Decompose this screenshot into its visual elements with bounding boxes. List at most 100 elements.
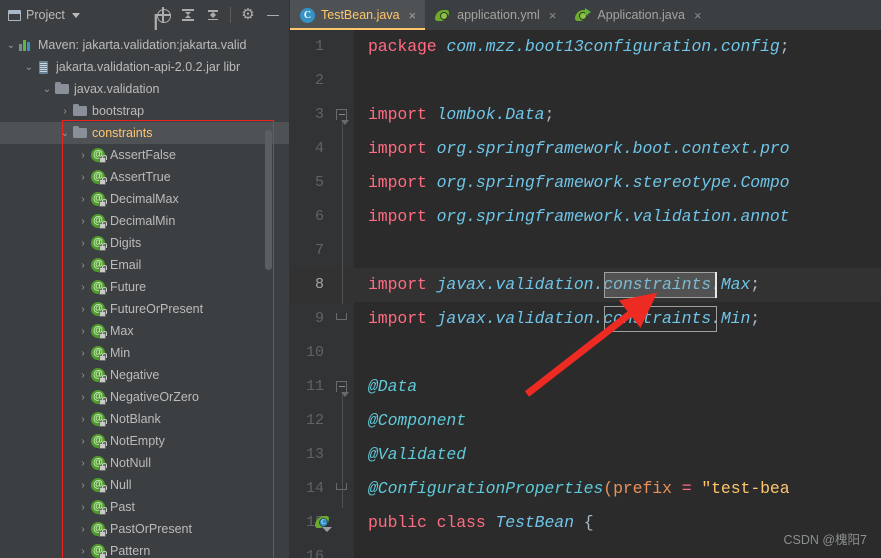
tree-node-label: AssertFalse <box>110 148 176 162</box>
code-line[interactable]: import javax.validation.constraints.Max; <box>368 268 760 302</box>
chevron-right-icon[interactable]: › <box>76 480 90 491</box>
chevron-right-icon[interactable]: › <box>76 326 90 337</box>
chevron-right-icon[interactable]: › <box>76 304 90 315</box>
project-tree[interactable]: ⌄ Maven: jakarta.validation:jakarta.valid… <box>0 30 289 558</box>
code-area[interactable]: package com.mzz.boot13configuration.conf… <box>354 30 881 558</box>
tree-node-future[interactable]: › @ Future <box>0 276 289 298</box>
chevron-right-icon[interactable]: › <box>76 414 90 425</box>
spring-bean-gutter-icon[interactable]: C <box>315 515 332 532</box>
chevron-down-icon[interactable] <box>71 12 80 18</box>
chevron-down-icon[interactable]: ⌄ <box>40 84 54 95</box>
chevron-right-icon[interactable]: › <box>76 282 90 293</box>
tree-node-asserttrue[interactable]: › @ AssertTrue <box>0 166 289 188</box>
locate-icon[interactable] <box>155 7 171 23</box>
code-line[interactable]: package com.mzz.boot13configuration.conf… <box>368 30 790 64</box>
chevron-down-icon[interactable]: ⌄ <box>4 40 18 51</box>
tree-node-maven-jakarta-validation-jakarta-valid[interactable]: ⌄ Maven: jakarta.validation:jakarta.valid <box>0 34 289 56</box>
idea-window: Project ⚙ C TestBean.java × application.… <box>0 0 881 558</box>
code-line[interactable]: import org.springframework.validation.an… <box>368 200 790 234</box>
gear-icon[interactable]: ⚙ <box>240 7 256 23</box>
fold-collapse-icon[interactable] <box>336 381 349 397</box>
code-line[interactable]: import org.springframework.boot.context.… <box>368 132 790 166</box>
code-line[interactable]: import javax.validation.constraints.Min; <box>368 302 760 336</box>
tree-node-pastorpresent[interactable]: › @ PastOrPresent <box>0 518 289 540</box>
tree-node-decimalmin[interactable]: › @ DecimalMin <box>0 210 289 232</box>
chevron-right-icon[interactable]: › <box>76 436 90 447</box>
annotation-icon: @ <box>90 477 108 493</box>
tab-application-yml[interactable]: application.yml × <box>425 0 565 30</box>
minimize-icon[interactable] <box>265 7 281 23</box>
tree-node-label: FutureOrPresent <box>110 302 204 316</box>
fold-collapse-icon[interactable] <box>336 109 349 125</box>
tree-node-label: Maven: jakarta.validation:jakarta.valid <box>38 38 247 52</box>
fold-end-icon[interactable] <box>336 313 347 320</box>
tree-node-negative[interactable]: › @ Negative <box>0 364 289 386</box>
code-line[interactable]: @ConfigurationProperties(prefix = "test-… <box>368 472 790 506</box>
sidebar-scrollbar[interactable] <box>265 130 272 270</box>
annotation-icon: @ <box>90 301 108 317</box>
folder-icon <box>72 125 88 141</box>
tab-testbean-java[interactable]: C TestBean.java × <box>290 0 426 30</box>
close-icon[interactable]: × <box>694 9 702 22</box>
top-bar: Project ⚙ C TestBean.java × application.… <box>0 0 881 30</box>
code-line[interactable]: import org.springframework.stereotype.Co… <box>368 166 790 200</box>
java-class-icon: C <box>300 7 315 23</box>
tree-node-max[interactable]: › @ Max <box>0 320 289 342</box>
tree-node-assertfalse[interactable]: › @ AssertFalse <box>0 144 289 166</box>
code-token: ; <box>779 37 790 56</box>
tree-node-digits[interactable]: › @ Digits <box>0 232 289 254</box>
code-line[interactable]: @Component <box>368 404 466 438</box>
code-line[interactable]: import lombok.Data; <box>368 98 554 132</box>
chevron-right-icon[interactable]: › <box>76 392 90 403</box>
tree-node-jakarta-validation-api-2-0-2-jar-libr[interactable]: ⌄ jakarta.validation-api-2.0.2.jar libr <box>0 56 289 78</box>
project-panel-header[interactable]: Project <box>8 8 80 22</box>
tree-node-decimalmax[interactable]: › @ DecimalMax <box>0 188 289 210</box>
chevron-right-icon[interactable]: › <box>76 546 90 557</box>
chevron-right-icon[interactable]: › <box>76 348 90 359</box>
project-panel-toolbar: Project ⚙ <box>0 0 290 30</box>
code-token: com.mzz.boot13configuration.config <box>446 37 780 56</box>
fold-end-icon[interactable] <box>336 483 347 490</box>
chevron-right-icon[interactable]: › <box>76 370 90 381</box>
code-line[interactable]: @Validated <box>368 438 466 472</box>
chevron-right-icon[interactable]: › <box>76 172 90 183</box>
chevron-right-icon[interactable]: › <box>76 238 90 249</box>
tree-node-futureorpresent[interactable]: › @ FutureOrPresent <box>0 298 289 320</box>
expand-all-icon[interactable] <box>180 7 196 23</box>
chevron-right-icon[interactable]: › <box>76 150 90 161</box>
code-editor[interactable]: 12345678910111213141516C package com.mzz… <box>290 30 881 558</box>
close-icon[interactable]: × <box>409 9 417 22</box>
code-token: @Validated <box>368 445 467 464</box>
tree-node-bootstrap[interactable]: › bootstrap <box>0 100 289 122</box>
chevron-right-icon[interactable]: › <box>76 260 90 271</box>
chevron-right-icon[interactable]: › <box>76 194 90 205</box>
line-number: 9 <box>314 310 324 327</box>
tree-node-javax-validation[interactable]: ⌄ javax.validation <box>0 78 289 100</box>
tree-node-negativeorzero[interactable]: › @ NegativeOrZero <box>0 386 289 408</box>
code-line[interactable]: public class TestBean { <box>368 506 594 540</box>
close-icon[interactable]: × <box>549 9 557 22</box>
chevron-right-icon[interactable]: › <box>58 106 72 117</box>
chevron-right-icon[interactable]: › <box>76 458 90 469</box>
editor-gutter[interactable]: 12345678910111213141516C <box>290 30 354 558</box>
tree-node-notblank[interactable]: › @ NotBlank <box>0 408 289 430</box>
chevron-right-icon[interactable]: › <box>76 502 90 513</box>
chevron-right-icon[interactable]: › <box>76 216 90 227</box>
tree-node-min[interactable]: › @ Min <box>0 342 289 364</box>
chevron-right-icon[interactable]: › <box>76 524 90 535</box>
tree-node-notempty[interactable]: › @ NotEmpty <box>0 430 289 452</box>
code-line[interactable]: @Data <box>368 370 417 404</box>
annotation-icon: @ <box>90 235 108 251</box>
collapse-all-icon[interactable] <box>205 7 221 23</box>
tree-node-past[interactable]: › @ Past <box>0 496 289 518</box>
project-tree-panel[interactable]: ⌄ Maven: jakarta.validation:jakarta.valid… <box>0 30 290 558</box>
tab-label: Application.java <box>597 8 685 22</box>
code-token: org.springframework.stereotype.Compo <box>436 173 790 192</box>
tree-node-pattern[interactable]: › @ Pattern <box>0 540 289 558</box>
chevron-down-icon[interactable]: ⌄ <box>22 62 36 73</box>
tab-application-java[interactable]: Application.java × <box>565 0 710 30</box>
tree-node-notnull[interactable]: › @ NotNull <box>0 452 289 474</box>
tree-node-null[interactable]: › @ Null <box>0 474 289 496</box>
tree-node-email[interactable]: › @ Email <box>0 254 289 276</box>
